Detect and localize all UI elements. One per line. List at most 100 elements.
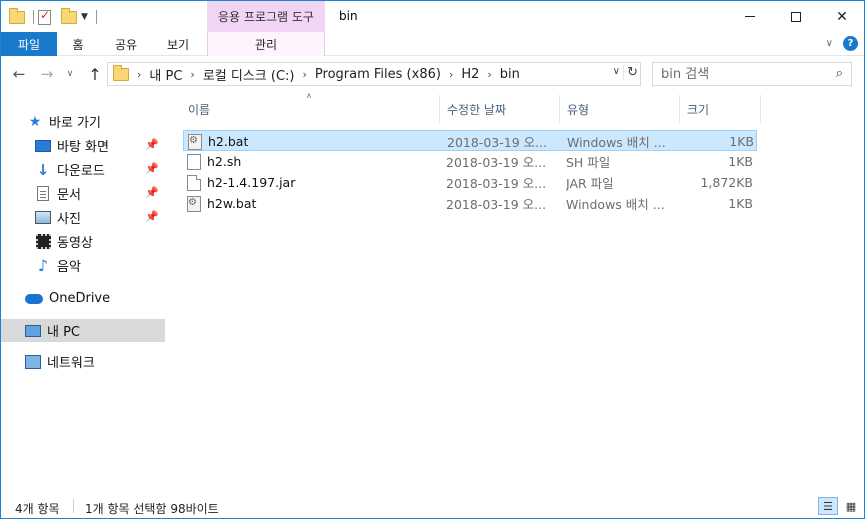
details-view-icon: ☰ xyxy=(823,499,833,513)
search-input[interactable] xyxy=(661,66,821,82)
recent-locations-button[interactable]: ∨ xyxy=(63,63,77,85)
toolbar-divider xyxy=(33,10,34,24)
nav-item-label: 문서 xyxy=(57,188,81,203)
arrow-left-icon: ← xyxy=(12,65,26,83)
tab-manage[interactable]: 관리 xyxy=(207,32,325,56)
address-history-dropdown-icon[interactable]: ∨ xyxy=(613,66,620,77)
status-divider xyxy=(73,499,74,513)
help-icon[interactable]: ? xyxy=(843,36,858,51)
column-header-size[interactable]: 크기 xyxy=(680,95,761,123)
details-view-button[interactable]: ☰ xyxy=(818,497,838,515)
breadcrumb-local-disk[interactable]: 로컬 디스크 (C:) xyxy=(203,65,295,84)
file-name: h2w.bat xyxy=(207,196,257,211)
breadcrumb-separator-icon[interactable]: › xyxy=(449,68,453,81)
nav-item-label: 사진 xyxy=(57,212,81,227)
forward-button[interactable]: → xyxy=(37,63,57,85)
ribbon-tabs: 파일 홈 공유 보기 관리 ∨ ? xyxy=(1,32,864,56)
file-name-cell: h2.bat xyxy=(188,131,438,152)
breadcrumb-this-pc[interactable]: 내 PC xyxy=(149,65,182,84)
file-name-cell: h2w.bat xyxy=(187,193,437,214)
desktop-icon xyxy=(35,138,51,154)
pin-icon[interactable]: 📌 xyxy=(145,210,159,223)
tab-home[interactable]: 홈 xyxy=(57,32,99,56)
nav-item-label: 내 PC xyxy=(47,325,81,340)
navigation-bar: ← → ∨ ↑ › 내 PC › 로컬 디스크 (C:) › Program F… xyxy=(1,57,864,91)
computer-icon xyxy=(25,323,41,339)
nav-quick-access[interactable]: ★ 바로 가기 xyxy=(1,110,165,133)
file-row[interactable]: h2.sh 2018-03-19 오... SH 파일 1KB xyxy=(183,151,757,172)
file-name: h2.bat xyxy=(208,134,249,149)
nav-onedrive[interactable]: OneDrive xyxy=(1,287,165,310)
file-row[interactable]: h2.bat 2018-03-19 오... Windows 배치 ... 1K… xyxy=(183,130,757,151)
file-name-cell: h2-1.4.197.jar xyxy=(187,172,437,193)
download-icon: ↓ xyxy=(36,160,50,179)
file-name: h2-1.4.197.jar xyxy=(207,175,296,190)
pin-icon[interactable]: 📌 xyxy=(145,138,159,151)
maximize-button[interactable] xyxy=(773,1,819,32)
pin-icon[interactable]: 📌 xyxy=(145,162,159,175)
ribbon-controls: ∨ ? xyxy=(826,36,858,51)
file-type: JAR 파일 xyxy=(566,176,614,191)
breadcrumb-separator-icon[interactable]: › xyxy=(303,68,307,81)
folder-icon xyxy=(9,7,25,24)
sort-ascending-icon: ∧ xyxy=(306,91,312,100)
column-header-type[interactable]: 유형 xyxy=(560,95,680,123)
file-type: SH 파일 xyxy=(566,155,611,170)
nav-item-label: 네트워크 xyxy=(47,356,95,371)
breadcrumb-h2[interactable]: H2 xyxy=(461,67,479,82)
breadcrumb-program-files[interactable]: Program Files (x86) xyxy=(315,67,441,82)
toolbar-divider xyxy=(95,10,97,24)
nav-item-downloads[interactable]: ↓ 다운로드 📌 xyxy=(1,158,165,181)
network-icon xyxy=(25,354,41,370)
search-icon[interactable]: ⌕ xyxy=(836,66,843,81)
refresh-icon[interactable]: ↻ xyxy=(623,65,638,80)
batch-file-icon xyxy=(188,133,202,150)
new-folder-icon[interactable] xyxy=(61,7,77,24)
quick-access-toolbar: ▼ xyxy=(9,7,97,27)
column-header-name[interactable]: ∧ 이름 xyxy=(181,91,440,123)
search-box[interactable]: ⌕ xyxy=(652,62,852,86)
item-count: 4개 항목 xyxy=(15,502,60,516)
arrow-up-icon: ↑ xyxy=(88,64,102,84)
batch-file-icon xyxy=(187,195,201,212)
file-row[interactable]: h2-1.4.197.jar 2018-03-19 오... JAR 파일 1,… xyxy=(183,172,757,193)
file-name: h2.sh xyxy=(207,154,242,169)
column-header-date[interactable]: 수정한 날짜 xyxy=(440,95,560,123)
nav-item-desktop[interactable]: 바탕 화면 📌 xyxy=(1,134,165,157)
window-title: bin xyxy=(339,9,358,23)
nav-this-pc[interactable]: 내 PC xyxy=(1,319,165,342)
expand-ribbon-icon[interactable]: ∨ xyxy=(826,38,833,49)
breadcrumb-separator-icon[interactable]: › xyxy=(137,68,141,81)
nav-item-label: 바탕 화면 xyxy=(57,140,109,155)
selection-info: 1개 항목 선택함 98바이트 xyxy=(85,502,219,516)
folder-icon xyxy=(113,64,129,81)
pin-icon[interactable]: 📌 xyxy=(145,186,159,199)
music-icon: ♪ xyxy=(37,256,49,275)
tab-share[interactable]: 공유 xyxy=(99,32,153,56)
navigation-pane: ★ 바로 가기 바탕 화면 📌 ↓ 다운로드 📌 문서 📌 사진 📌 동영상 ♪… xyxy=(1,93,173,488)
breadcrumb-separator-icon[interactable]: › xyxy=(190,68,194,81)
back-button[interactable]: ← xyxy=(9,63,29,85)
column-header-label: 유형 xyxy=(567,102,590,117)
large-icons-view-icon: ▦ xyxy=(845,499,857,513)
file-size: 1,872KB xyxy=(700,175,753,190)
large-icons-view-button[interactable]: ▦ xyxy=(841,497,861,515)
address-bar[interactable]: › 내 PC › 로컬 디스크 (C:) › Program Files (x8… xyxy=(107,62,641,86)
file-row[interactable]: h2w.bat 2018-03-19 오... Windows 배치 ... 1… xyxy=(183,193,757,214)
file-size: 1KB xyxy=(728,196,753,211)
breadcrumb-bin[interactable]: bin xyxy=(500,67,520,82)
properties-icon[interactable] xyxy=(38,8,51,25)
up-button[interactable]: ↑ xyxy=(85,63,105,85)
tab-view[interactable]: 보기 xyxy=(153,32,203,56)
nav-item-videos[interactable]: 동영상 xyxy=(1,230,165,253)
breadcrumb-separator-icon[interactable]: › xyxy=(487,68,491,81)
nav-item-documents[interactable]: 문서 📌 xyxy=(1,182,165,205)
tab-file[interactable]: 파일 xyxy=(1,32,57,56)
chevron-down-icon: ∨ xyxy=(66,69,74,79)
close-button[interactable]: ✕ xyxy=(819,1,865,32)
nav-item-music[interactable]: ♪ 음악 xyxy=(1,254,165,277)
minimize-button[interactable] xyxy=(727,1,773,32)
nav-network[interactable]: 네트워크 xyxy=(1,350,165,373)
customize-toolbar-dropdown-icon[interactable]: ▼ xyxy=(81,12,88,22)
nav-item-pictures[interactable]: 사진 📌 xyxy=(1,206,165,229)
